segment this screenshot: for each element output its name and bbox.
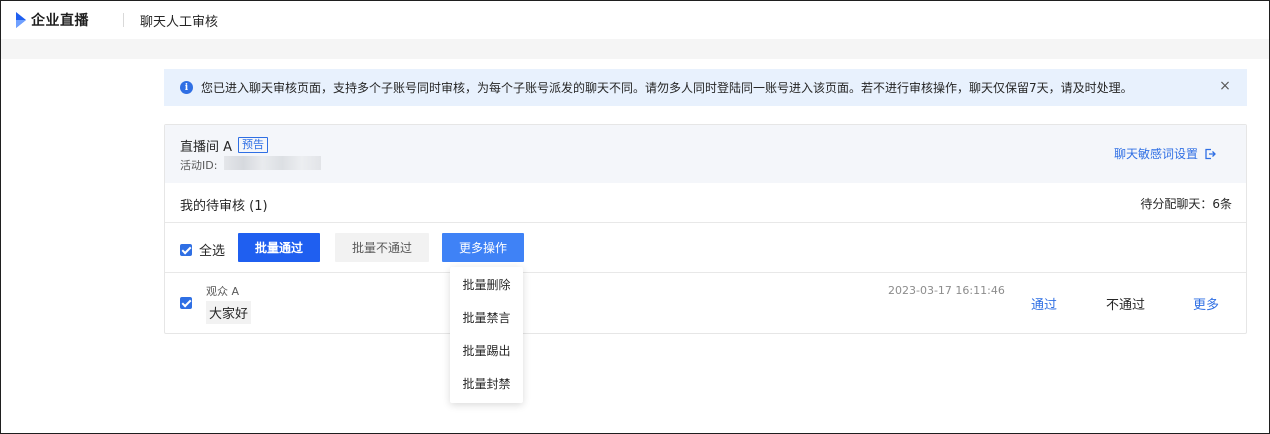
info-icon: i <box>180 81 193 94</box>
activity-id-label: 活动ID: <box>180 159 218 172</box>
brand-logo-icon <box>16 12 26 28</box>
pending-title: 我的待审核 (1) <box>180 199 268 214</box>
select-all-checkbox[interactable]: 全选 <box>180 240 225 259</box>
external-link-icon <box>1205 148 1216 159</box>
list-item: 观众 A 大家好 2023-03-17 16:11:46 通过 不通过 更多 <box>165 273 1246 333</box>
unassigned-count: 待分配聊天：6条 <box>1140 197 1232 211</box>
brand[interactable]: 企业直播 <box>15 10 89 30</box>
header-band <box>1 39 1269 59</box>
batch-action-bar: 全选 批量通过 批量不通过 更多操作 <box>165 223 1246 273</box>
menu-item-batch-kick[interactable]: 批量踢出 <box>450 335 523 368</box>
more-link[interactable]: 更多 <box>1193 294 1219 313</box>
review-panel: 直播间 A 预告 活动ID: 聊天敏感词设置 我的待审核 (1) 待分配聊天：6… <box>164 124 1247 334</box>
header-divider <box>123 13 124 27</box>
viewer-name: 观众 A <box>206 285 240 298</box>
pending-header: 我的待审核 (1) 待分配聊天：6条 <box>165 183 1246 223</box>
status-badge: 预告 <box>238 137 268 153</box>
activity-id-masked <box>224 156 321 170</box>
batch-pass-button[interactable]: 批量通过 <box>238 233 320 262</box>
message-checkbox[interactable] <box>180 297 192 309</box>
menu-item-batch-mute[interactable]: 批量禁言 <box>450 302 523 335</box>
top-bar: 企业直播 聊天人工审核 <box>1 1 1269 39</box>
message-text: 大家好 <box>206 301 252 324</box>
reject-link[interactable]: 不通过 <box>1106 294 1145 313</box>
sensitive-words-link[interactable]: 聊天敏感词设置 <box>1114 145 1216 162</box>
sensitive-words-label: 聊天敏感词设置 <box>1113 147 1198 161</box>
pass-link[interactable]: 通过 <box>1031 294 1057 313</box>
page-title: 聊天人工审核 <box>140 15 219 30</box>
menu-item-batch-delete[interactable]: 批量删除 <box>450 269 523 302</box>
more-actions-button[interactable]: 更多操作 <box>442 233 524 262</box>
room-header: 直播间 A 预告 活动ID: 聊天敏感词设置 <box>165 125 1246 183</box>
room-name: 直播间 A <box>180 140 233 155</box>
batch-reject-button[interactable]: 批量不通过 <box>335 233 429 262</box>
notice-banner: i 您已进入聊天审核页面，支持多个子账号同时审核，为每个子账号派发的聊天不同。请… <box>164 69 1247 106</box>
menu-item-batch-ban[interactable]: 批量封禁 <box>450 368 523 401</box>
app-window: 企业直播 聊天人工审核 i 您已进入聊天审核页面，支持多个子账号同时审核，为每个… <box>0 0 1270 434</box>
select-all-label: 全选 <box>199 244 226 259</box>
checkbox-checked-icon <box>180 243 192 256</box>
brand-name: 企业直播 <box>31 13 89 29</box>
more-actions-dropdown: 批量删除 批量禁言 批量踢出 批量封禁 <box>450 267 523 403</box>
notice-text: 您已进入聊天审核页面，支持多个子账号同时审核，为每个子账号派发的聊天不同。请勿多… <box>201 81 1133 95</box>
close-icon[interactable]: × <box>1217 78 1233 94</box>
message-time: 2023-03-17 16:11:46 <box>888 284 1005 297</box>
